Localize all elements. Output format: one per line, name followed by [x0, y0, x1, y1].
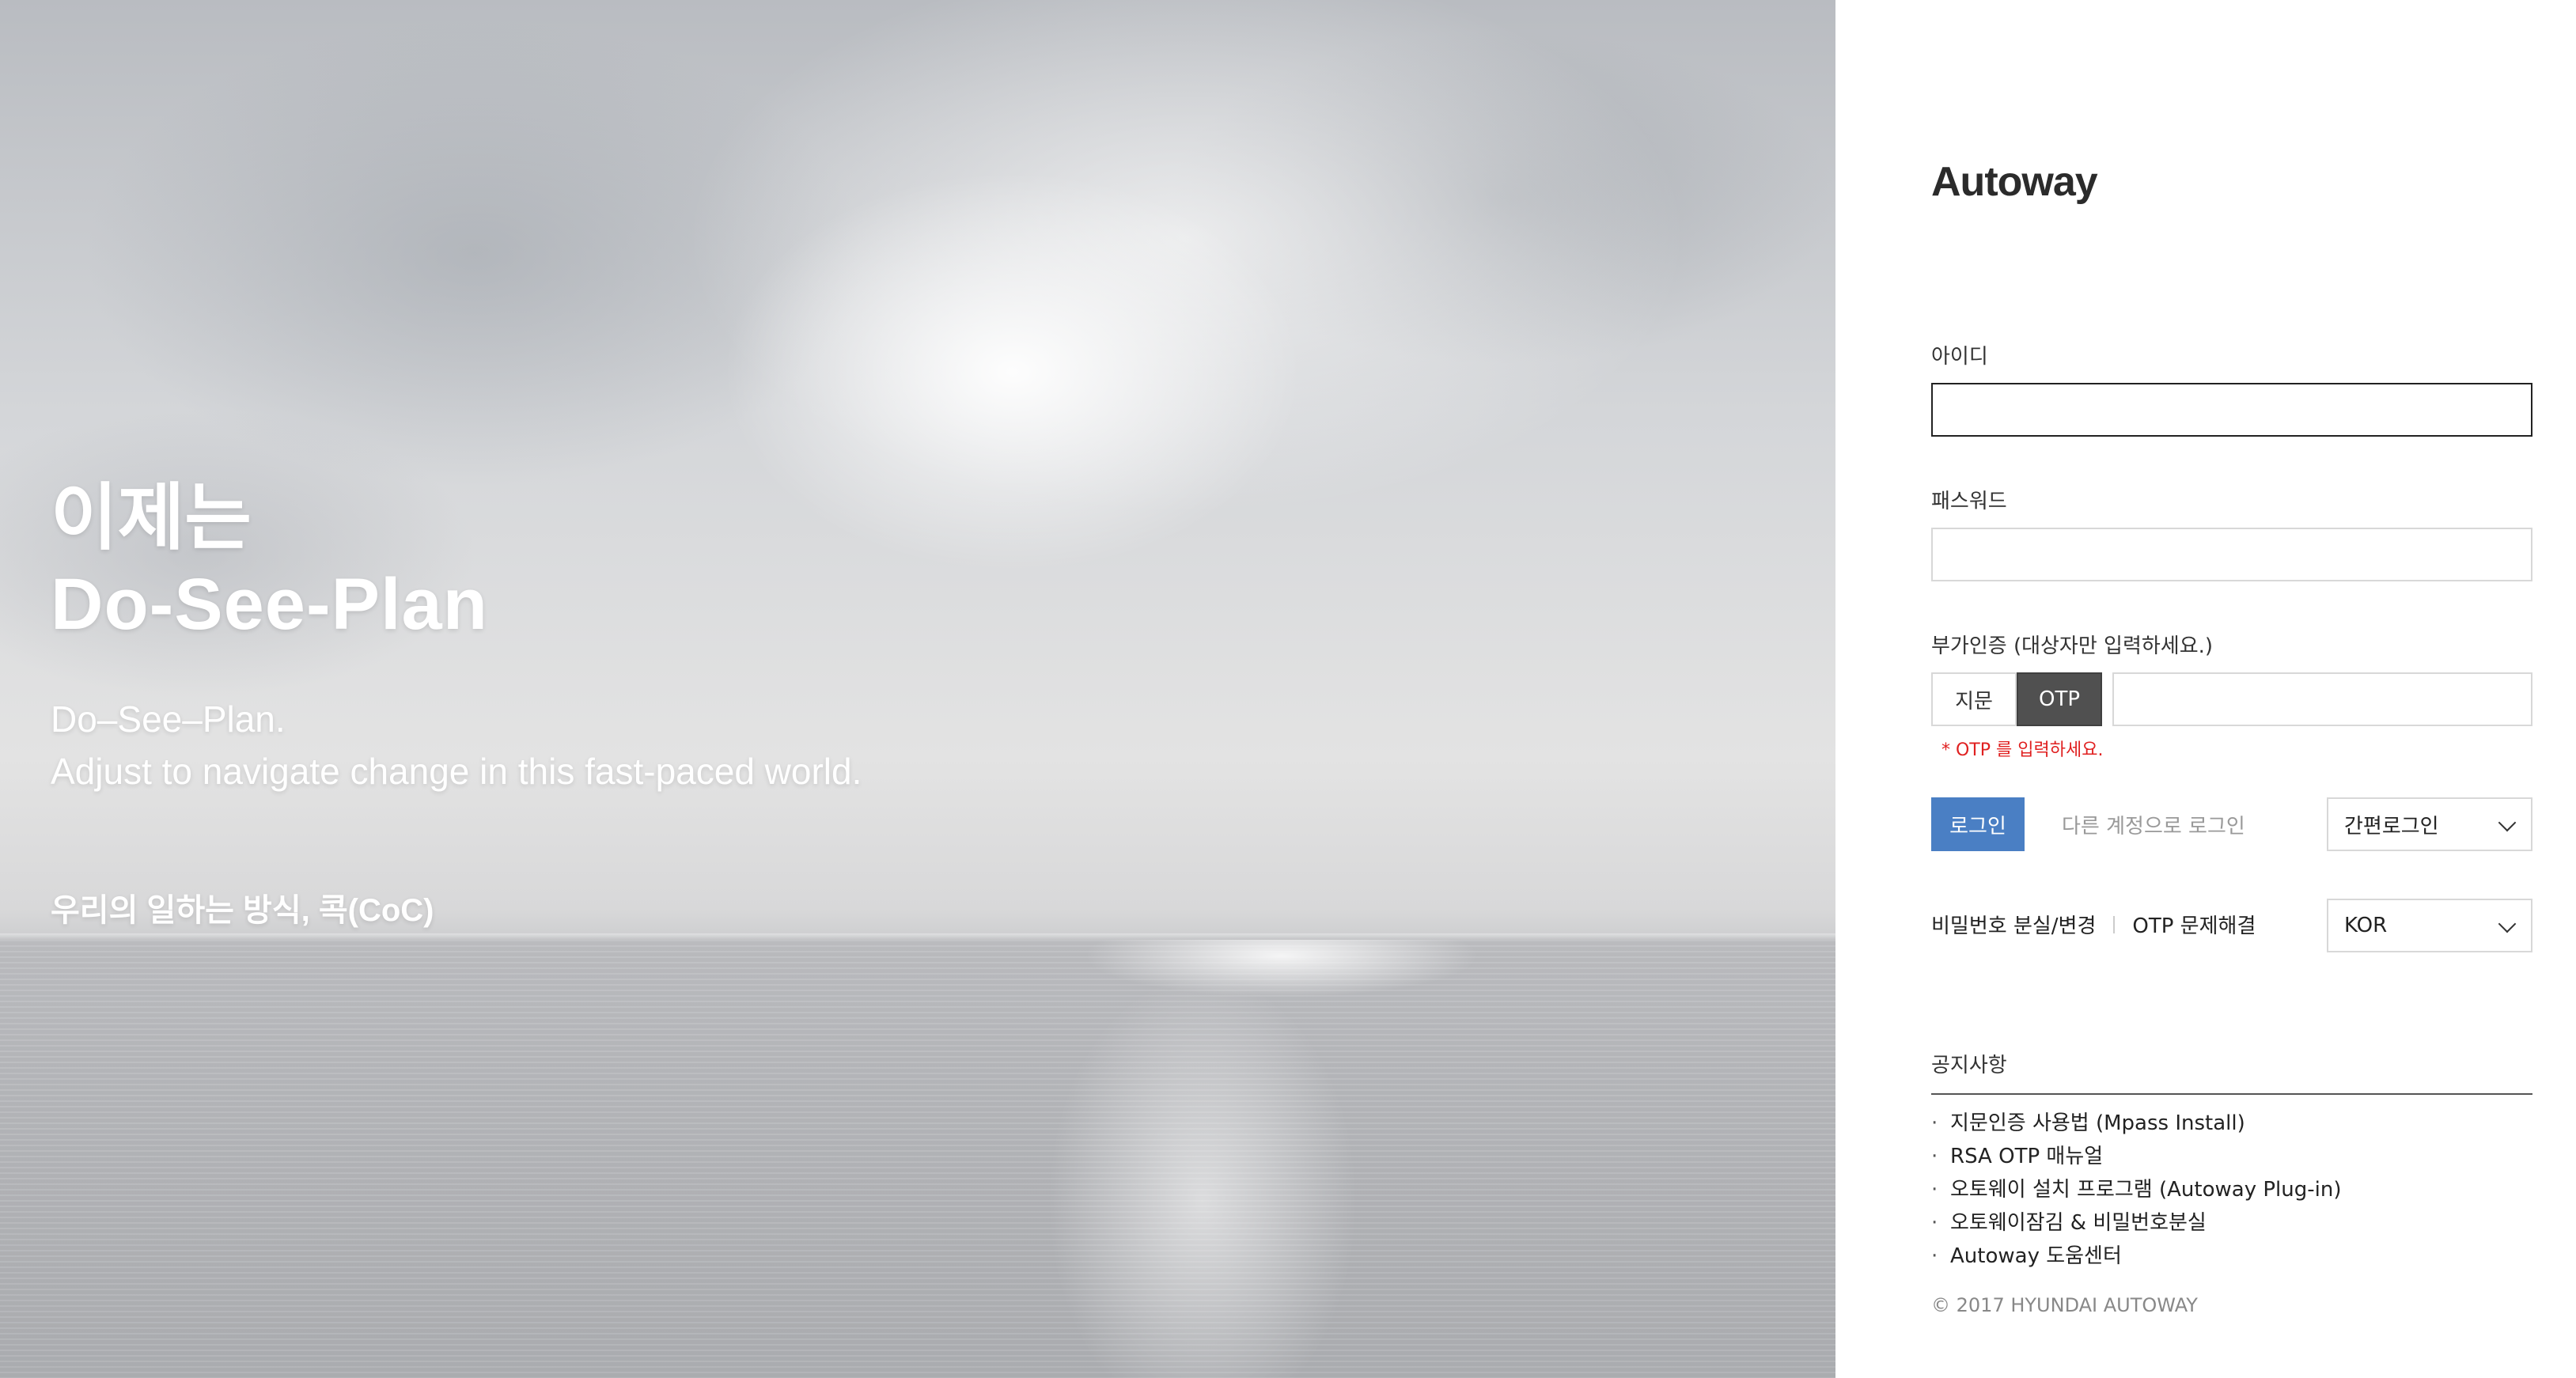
notice-item-label: 오토웨이잠김 & 비밀번호분실 — [1950, 1211, 2207, 1235]
notice-title: 공지사항 — [1931, 1054, 2007, 1077]
otp-auth-button[interactable]: OTP — [2017, 672, 2102, 726]
auth-label: 부가인증 (대상자만 입력하세요.) — [1931, 634, 2214, 658]
bullet-icon: · — [1931, 1178, 1938, 1202]
otp-input[interactable] — [2112, 672, 2532, 726]
other-account-login-link[interactable]: 다른 계정으로 로그인 — [2062, 810, 2245, 839]
sea-image — [0, 940, 1835, 1378]
hero-title-line1: 이제는 — [51, 478, 252, 558]
hero-title-line2: Do-See-Plan — [51, 564, 488, 645]
autoway-logo: Autoway — [1931, 159, 2098, 205]
hero-coc-link[interactable]: 우리의 일하는 방식, 콕(CoC) — [51, 884, 434, 930]
notice-list: · 지문인증 사용법 (Mpass Install) · RSA OTP 매뉴얼 ·… — [1931, 1109, 2341, 1275]
simple-login-select[interactable]: 간편로그인 — [2327, 797, 2532, 851]
bullet-icon: · — [1931, 1211, 1938, 1235]
login-panel: Autoway 아이디 패스워드 부가인증 (대상자만 입력하세요.) 지문 O… — [1835, 0, 2576, 1378]
bullet-icon: · — [1931, 1111, 1938, 1135]
notice-item-label: 오토웨이 설치 프로그램 (Autoway Plug-in) — [1950, 1178, 2342, 1202]
notice-item[interactable]: · Autoway 도움센터 — [1931, 1242, 2341, 1275]
notice-item-label: 지문인증 사용법 (Mpass Install) — [1950, 1111, 2245, 1135]
notice-item[interactable]: · 지문인증 사용법 (Mpass Install) — [1931, 1109, 2341, 1142]
language-select-value: KOR — [2344, 914, 2388, 937]
bullet-icon: · — [1931, 1145, 1938, 1168]
horizon-line — [0, 933, 1835, 940]
notice-item[interactable]: · 오토웨이잠김 & 비밀번호분실 — [1931, 1209, 2341, 1242]
copyright-text: © 2017 HYUNDAI AUTOWAY — [1931, 1294, 2198, 1316]
account-help-links: 비밀번호 분실/변경 OTP 문제해결 — [1931, 910, 2256, 939]
notice-item[interactable]: · 오토웨이 설치 프로그램 (Autoway Plug-in) — [1931, 1175, 2341, 1209]
otp-help-link[interactable]: OTP 문제해결 — [2132, 910, 2256, 939]
chevron-down-icon — [2498, 813, 2517, 832]
notice-item-label: RSA OTP 매뉴얼 — [1950, 1145, 2104, 1168]
password-input[interactable] — [1931, 528, 2532, 581]
id-label: 아이디 — [1931, 345, 1988, 369]
chevron-down-icon — [2498, 914, 2517, 933]
id-input[interactable] — [1931, 383, 2532, 437]
password-label: 패스워드 — [1931, 490, 2007, 513]
language-select[interactable]: KOR — [2327, 899, 2532, 952]
hero-subtitle-line2: Adjust to navigate change in this fast-p… — [51, 751, 862, 792]
auth-method-toggle: 지문 OTP — [1931, 672, 2102, 726]
notice-item-label: Autoway 도움센터 — [1950, 1244, 2122, 1268]
fingerprint-auth-button[interactable]: 지문 — [1931, 672, 2017, 726]
login-page: 이제는 Do-See-Plan Do–See–Plan. Adjust to n… — [0, 0, 2576, 1378]
link-divider — [2113, 915, 2116, 933]
hero-background: 이제는 Do-See-Plan Do–See–Plan. Adjust to n… — [0, 0, 1835, 1378]
notice-item[interactable]: · RSA OTP 매뉴얼 — [1931, 1142, 2341, 1175]
otp-error-message: * OTP 를 입력하세요. — [1941, 740, 2104, 760]
notice-divider — [1931, 1093, 2532, 1095]
hero-subtitle-line1: Do–See–Plan. — [51, 698, 286, 740]
simple-login-select-value: 간편로그인 — [2344, 814, 2439, 839]
login-button[interactable]: 로그인 — [1931, 797, 2025, 851]
bullet-icon: · — [1931, 1244, 1938, 1268]
password-reset-link[interactable]: 비밀번호 분실/변경 — [1931, 910, 2096, 939]
